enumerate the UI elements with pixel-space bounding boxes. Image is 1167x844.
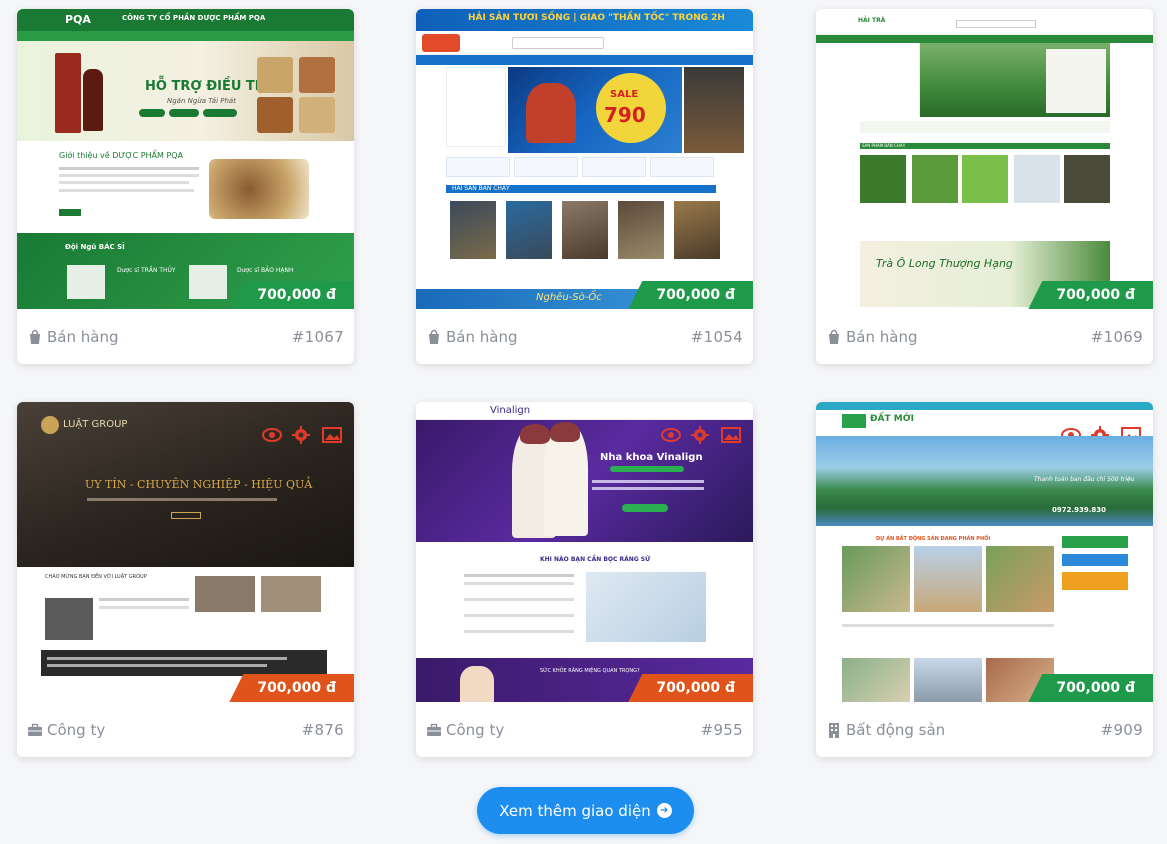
category-label: Bán hàng	[47, 327, 119, 346]
category-label: Bán hàng	[446, 327, 518, 346]
category-label: Công ty	[47, 720, 106, 739]
template-card-876[interactable]: LUẬT GROUP UY TÍN - CHUYÊN NGHIỆP - HIỆU…	[17, 402, 354, 757]
template-card-1069[interactable]: HẢI TRÀ SẢN PHẨM BÁN CHẠY Trà Ô Long Thư…	[816, 9, 1153, 364]
thumb-banner: HẢI SẢN TƯƠI SỐNG | GIAO "THẦN TỐC" TRON…	[468, 13, 725, 23]
template-thumbnail[interactable]: ĐẤT MỚI Thanh toán ban đầu chỉ 500 triệu…	[816, 402, 1153, 702]
thumb-brand: LUẬT GROUP	[63, 419, 128, 430]
template-code: #1067	[291, 327, 344, 346]
thumb-intro: Giới thiệu về DƯỢC PHẨM PQA	[59, 151, 184, 160]
category[interactable]: Bất động sản	[826, 721, 945, 739]
template-thumbnail[interactable]: PQA CÔNG TY CỔ PHẦN DƯỢC PHẨM PQA HỖ TRỢ…	[17, 9, 354, 309]
shopping-bag-icon	[429, 329, 439, 344]
eye-icon[interactable]	[661, 426, 681, 444]
thumb-headline: HỖ TRỢ ĐIỀU TRỊ	[145, 79, 270, 94]
thumb-sub: Ngăn Ngừa Tái Phát	[167, 97, 236, 105]
thumb-section: DỰ ÁN BẤT ĐỘNG SẢN ĐANG PHÂN PHỐI	[876, 536, 991, 542]
thumb-section: HẢI SẢN BÁN CHẠY	[452, 185, 510, 192]
category[interactable]: Bán hàng	[27, 328, 118, 346]
card-footer: Công ty #955	[416, 702, 753, 757]
thumb-doctor2: Dược sĩ BẢO HẠNH	[237, 267, 294, 274]
thumb-headline: UY TÍN - CHUYÊN NGHIỆP - HIỆU QUẢ	[85, 478, 313, 491]
thumb-brand: ĐẤT MỚI	[870, 414, 914, 424]
thumb-sale-price: 790	[604, 103, 646, 127]
card-footer: Bất động sản #909	[816, 702, 1153, 757]
template-card-955[interactable]: Vinalign Nha khoa Vinalign KHI NÀO BẠN C…	[416, 402, 753, 757]
template-thumbnail[interactable]: HẢI TRÀ SẢN PHẨM BÁN CHẠY Trà Ô Long Thư…	[816, 9, 1153, 309]
card-footer: Bán hàng #1069	[816, 309, 1153, 364]
thumb-question2: SỨC KHỎE RĂNG MIỆNG QUAN TRỌNG?	[540, 668, 640, 674]
template-code: #876	[301, 720, 344, 739]
price-badge: 700,000 đ	[628, 674, 753, 702]
template-code: #1054	[690, 327, 743, 346]
template-card-909[interactable]: ĐẤT MỚI Thanh toán ban đầu chỉ 500 triệu…	[816, 402, 1153, 757]
template-thumbnail[interactable]: LUẬT GROUP UY TÍN - CHUYÊN NGHIỆP - HIỆU…	[17, 402, 354, 702]
card-footer: Công ty #876	[17, 702, 354, 757]
thumb-team: Đội Ngũ BÁC SĨ	[65, 243, 125, 251]
building-icon	[829, 722, 839, 738]
thumb-question: KHI NÀO BẠN CẦN BỌC RĂNG SỨ	[540, 556, 651, 563]
overlay-icons	[262, 426, 342, 444]
price-badge: 700,000 đ	[1028, 674, 1153, 702]
category-label: Bất động sản	[846, 720, 946, 739]
thumb-brand: HẢI TRÀ	[858, 17, 886, 24]
price-badge: 700,000 đ	[229, 674, 354, 702]
thumb-company: CÔNG TY CỔ PHẦN DƯỢC PHẨM PQA	[122, 14, 266, 22]
eye-icon[interactable]	[262, 426, 282, 444]
thumb-phone: 0972.939.830	[1052, 506, 1107, 514]
overlay-icons	[661, 426, 741, 444]
template-thumbnail[interactable]: HẢI SẢN TƯƠI SỐNG | GIAO "THẦN TỐC" TRON…	[416, 9, 753, 309]
template-code: #909	[1100, 720, 1143, 739]
template-code: #955	[700, 720, 743, 739]
thumb-brand: Vinalign	[490, 405, 531, 416]
arrow-right-circle-icon: ➜	[656, 803, 672, 818]
shopping-bag-icon	[30, 329, 40, 344]
gear-icon[interactable]	[691, 426, 711, 444]
template-code: #1069	[1090, 327, 1143, 346]
load-more-button[interactable]: Xem thêm giao diện ➜	[477, 787, 694, 834]
briefcase-icon	[427, 723, 441, 736]
image-icon[interactable]	[322, 426, 342, 444]
thumb-welcome: CHÀO MỪNG BẠN ĐẾN VỚI LUẬT GROUP	[45, 574, 147, 580]
template-card-1067[interactable]: PQA CÔNG TY CỔ PHẦN DƯỢC PHẨM PQA HỖ TRỢ…	[17, 9, 354, 364]
category[interactable]: Bán hàng	[426, 328, 517, 346]
thumb-brand: PQA	[65, 13, 91, 26]
category[interactable]: Công ty	[426, 721, 504, 739]
category-label: Công ty	[446, 720, 505, 739]
thumb-bottom: Nghêu-Sò-Ốc	[536, 292, 602, 303]
category-label: Bán hàng	[846, 327, 918, 346]
card-footer: Bán hàng #1054	[416, 309, 753, 364]
category[interactable]: Công ty	[27, 721, 105, 739]
image-icon[interactable]	[721, 426, 741, 444]
briefcase-icon	[28, 723, 42, 736]
template-thumbnail[interactable]: Vinalign Nha khoa Vinalign KHI NÀO BẠN C…	[416, 402, 753, 702]
thumb-sale: SALE	[610, 89, 639, 100]
price-badge: 700,000 đ	[1028, 281, 1153, 309]
price-badge: 700,000 đ	[229, 281, 354, 309]
thumb-headline: Nha khoa Vinalign	[600, 452, 703, 463]
category[interactable]: Bán hàng	[826, 328, 917, 346]
gear-icon[interactable]	[292, 426, 312, 444]
thumb-tagline: Thanh toán ban đầu chỉ 500 triệu	[1034, 476, 1135, 483]
price-badge: 700,000 đ	[628, 281, 753, 309]
thumb-promo: Trà Ô Long Thượng Hạng	[876, 257, 1013, 270]
load-more-label: Xem thêm giao diện	[499, 801, 651, 820]
thumb-section: SẢN PHẨM BÁN CHẠY	[862, 143, 906, 148]
template-card-1054[interactable]: HẢI SẢN TƯƠI SỐNG | GIAO "THẦN TỐC" TRON…	[416, 9, 753, 364]
card-footer: Bán hàng #1067	[17, 309, 354, 364]
thumb-doctor1: Dược sĩ TRẦN THỦY	[117, 267, 176, 274]
shopping-bag-icon	[829, 329, 839, 344]
